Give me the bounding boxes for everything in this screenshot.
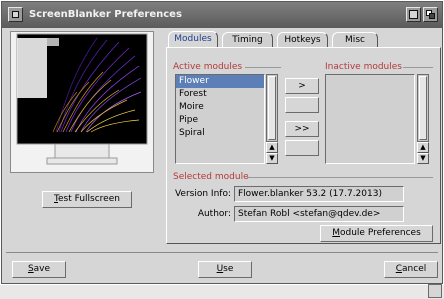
- author-value: Stefan Robl <stefan@qdev.de>: [238, 209, 381, 219]
- move-all-to-inactive-button[interactable]: >>: [285, 121, 319, 137]
- selected-module-label: Selected module: [173, 172, 249, 182]
- list-item[interactable]: Pipe: [176, 114, 264, 127]
- depth-button[interactable]: [423, 7, 438, 22]
- preferences-window: ScreenBlanker Preferences Test Fullscree…: [1, 1, 443, 284]
- inactive-divider: [403, 67, 433, 68]
- tab-timing[interactable]: Timing: [222, 32, 273, 48]
- preview-graphic: [11, 32, 153, 172]
- version-info-value: Flower.blanker 53.2 (17.7.2013): [238, 189, 382, 199]
- move-to-inactive-button[interactable]: >: [285, 78, 319, 94]
- list-item[interactable]: Spiral: [176, 127, 264, 140]
- tab-hotkeys-label: Hotkeys: [284, 35, 321, 45]
- tab-modules-label: Modules: [174, 34, 212, 44]
- tab-misc[interactable]: Misc: [332, 32, 378, 48]
- list-item[interactable]: Forest: [176, 88, 264, 101]
- selected-divider: [247, 177, 433, 178]
- inactive-list-scroll-thumb[interactable]: [419, 76, 427, 140]
- depth-icon-back: [429, 13, 435, 19]
- inactive-scroll-down-button[interactable]: ▼: [417, 153, 429, 164]
- arrow-up-icon: ▲: [420, 143, 426, 151]
- close-button[interactable]: [8, 7, 23, 22]
- close-icon: [12, 11, 19, 18]
- modules-panel: Active modules Inactive modules Flower F…: [166, 47, 441, 244]
- use-label: Use: [216, 264, 234, 274]
- tab-hotkeys[interactable]: Hotkeys: [277, 32, 328, 48]
- version-info-label: Version Info:: [174, 189, 231, 199]
- active-modules-list[interactable]: Flower Forest Moire Pipe Spiral: [175, 74, 265, 164]
- author-field: Stefan Robl <stefan@qdev.de>: [234, 206, 404, 222]
- inactive-scroll-up-button[interactable]: ▲: [417, 142, 429, 153]
- zoom-button[interactable]: [406, 7, 421, 22]
- active-modules-label: Active modules: [173, 62, 243, 72]
- list-item[interactable]: Moire: [176, 101, 264, 114]
- blanker-preview: [10, 31, 154, 173]
- module-preferences-label: Module Preferences: [332, 228, 421, 238]
- inactive-modules-label: Inactive modules: [325, 62, 402, 72]
- active-list-scroll-thumb[interactable]: [268, 76, 276, 140]
- active-scroll-up-button[interactable]: ▲: [266, 142, 278, 153]
- move-to-active-button[interactable]: [285, 97, 319, 113]
- move-all-to-active-button[interactable]: [285, 140, 319, 156]
- tab-misc-label: Misc: [345, 35, 365, 45]
- arrow-down-icon: ▼: [269, 154, 275, 162]
- inactive-list-scrollbar[interactable]: [417, 74, 429, 142]
- test-fullscreen-button[interactable]: Test Fullscreen: [42, 191, 132, 208]
- use-button[interactable]: Use: [198, 261, 252, 278]
- active-scroll-down-button[interactable]: ▼: [266, 153, 278, 164]
- test-fullscreen-label: Test Fullscreen: [54, 194, 120, 204]
- cancel-label: Cancel: [395, 264, 427, 274]
- resize-handle[interactable]: [428, 284, 442, 298]
- move-all-label: >>: [294, 124, 310, 134]
- active-divider: [245, 67, 281, 68]
- inactive-modules-list[interactable]: [325, 74, 415, 164]
- cancel-button[interactable]: Cancel: [384, 261, 438, 278]
- zoom-icon: [409, 10, 418, 19]
- window-title: ScreenBlanker Preferences: [29, 9, 182, 20]
- arrow-up-icon: ▲: [269, 143, 275, 151]
- version-info-field: Flower.blanker 53.2 (17.7.2013): [234, 186, 404, 202]
- footer-separator: [6, 252, 438, 253]
- tab-timing-label: Timing: [232, 35, 263, 45]
- active-list-scrollbar[interactable]: [266, 74, 278, 142]
- title-bar[interactable]: ScreenBlanker Preferences: [2, 2, 442, 28]
- save-label: Save: [27, 264, 51, 274]
- move-one-label: >: [298, 81, 306, 91]
- module-preferences-button[interactable]: Module Preferences: [320, 225, 433, 242]
- desktop-strip: [0, 285, 444, 299]
- list-item[interactable]: Flower: [176, 75, 264, 88]
- save-button[interactable]: Save: [12, 261, 66, 278]
- author-label: Author:: [197, 209, 231, 219]
- arrow-down-icon: ▼: [420, 154, 426, 162]
